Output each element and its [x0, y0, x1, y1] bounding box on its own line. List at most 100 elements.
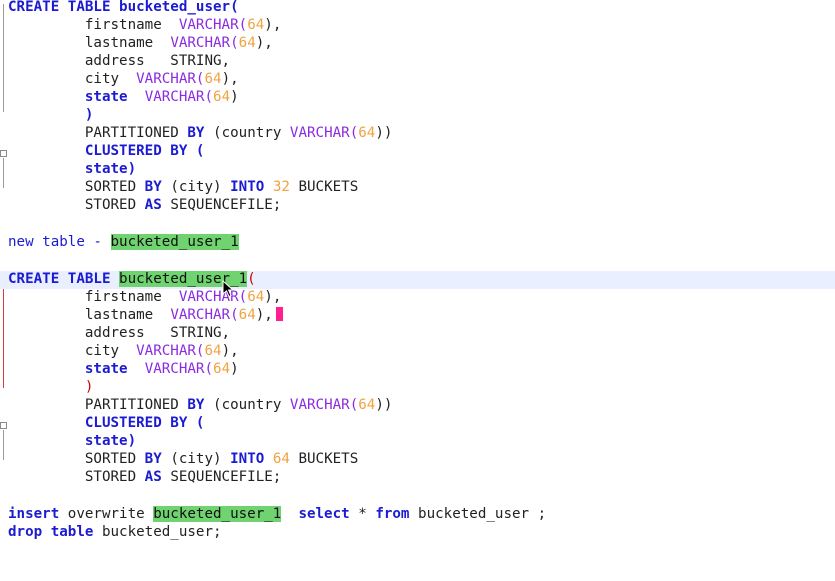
data-type: VARCHAR( — [289, 397, 359, 413]
code-line[interactable]: PARTITIONED BY (country VARCHAR(64)) — [8, 396, 393, 414]
fold-toggle-icon[interactable] — [0, 150, 7, 157]
keyword: AS — [144, 469, 162, 485]
number: 64 — [272, 451, 290, 467]
keyword: table — [50, 524, 94, 540]
keyword: overwrite — [59, 506, 154, 522]
punctuation: ), — [264, 17, 282, 33]
code-line[interactable]: state) — [8, 160, 136, 178]
data-type: VARCHAR( — [144, 361, 214, 377]
number: 64 — [213, 361, 231, 377]
column-name: state) — [84, 433, 137, 449]
punctuation: ) — [84, 107, 94, 123]
identifier: (city) — [170, 179, 222, 195]
keyword: CREATE TABLE bucketed_user( — [8, 0, 239, 15]
keyword: BY — [187, 397, 205, 413]
punctuation: ), — [255, 35, 273, 51]
keyword: BY — [144, 179, 162, 195]
data-type: VARCHAR( — [170, 35, 239, 51]
code-line[interactable]: SORTED BY (city) INTO 64 BUCKETS — [8, 450, 358, 468]
column-name: city — [84, 343, 120, 359]
keyword: CREATE TABLE — [8, 271, 120, 287]
editor-gutter — [0, 0, 8, 581]
column-name: city — [84, 71, 120, 87]
operator: * — [349, 506, 376, 522]
data-type: STRING, — [170, 53, 231, 69]
identifier: (city) — [170, 451, 222, 467]
keyword: BY — [187, 125, 205, 141]
fold-range-line — [3, 284, 4, 388]
keyword: PARTITIONED — [84, 125, 179, 141]
keyword: BUCKETS — [298, 451, 359, 467]
text-cursor — [275, 307, 283, 321]
keyword: CLUSTERED BY ( — [84, 143, 205, 159]
mouse-pointer-icon — [222, 280, 235, 298]
code-line[interactable]: CLUSTERED BY ( — [8, 142, 205, 160]
number: 64 — [238, 307, 256, 323]
number: 64 — [358, 125, 376, 141]
column-name: firstname — [84, 17, 162, 33]
data-type: VARCHAR( — [136, 343, 205, 359]
code-line[interactable]: firstname VARCHAR(64), — [8, 288, 282, 306]
column-name: lastname — [84, 35, 154, 51]
punctuation: ), — [221, 343, 239, 359]
keyword: AS — [144, 197, 162, 213]
code-line[interactable]: STORED AS SEQUENCEFILE; — [8, 196, 281, 214]
code-line[interactable]: address STRING, — [8, 52, 230, 70]
keyword: drop — [8, 524, 43, 540]
identifier: SEQUENCEFILE; — [170, 197, 282, 213]
code-line[interactable]: PARTITIONED BY (country VARCHAR(64)) — [8, 124, 393, 142]
code-line[interactable]: SORTED BY (city) INTO 32 BUCKETS — [8, 178, 358, 196]
data-type: VARCHAR( — [178, 289, 248, 305]
punctuation: )) — [375, 397, 393, 413]
identifier: bucketed_user ; — [409, 506, 547, 522]
code-line[interactable]: state VARCHAR(64) — [8, 360, 239, 378]
keyword: SORTED — [84, 179, 137, 195]
column-name: state — [84, 89, 128, 105]
code-line[interactable]: city VARCHAR(64), — [8, 342, 239, 360]
keyword: insert — [8, 506, 60, 522]
keyword: SORTED — [84, 451, 137, 467]
punctuation: ) — [230, 361, 239, 377]
number: 64 — [247, 289, 265, 305]
code-line[interactable]: insert overwrite bucketed_user_1 select … — [8, 505, 546, 523]
code-line[interactable]: lastname VARCHAR(64), — [8, 34, 273, 52]
fold-toggle-icon[interactable] — [0, 422, 7, 429]
code-line[interactable]: new table - bucketed_user_1 — [8, 233, 239, 251]
fold-range-line — [3, 158, 4, 188]
code-line[interactable]: city VARCHAR(64), — [8, 70, 239, 88]
search-highlight: bucketed_user_1 — [153, 506, 282, 522]
data-type: VARCHAR( — [170, 307, 239, 323]
code-line[interactable]: ) — [8, 378, 94, 396]
column-name: state) — [84, 161, 137, 177]
code-line[interactable]: firstname VARCHAR(64), — [8, 16, 282, 34]
punctuation: ( — [247, 271, 256, 287]
data-type: STRING, — [170, 325, 231, 341]
data-type: VARCHAR( — [289, 125, 359, 141]
code-editor[interactable]: CREATE TABLE bucketed_user( firstname VA… — [0, 0, 835, 581]
data-type: VARCHAR( — [144, 89, 214, 105]
column-name: state — [84, 361, 128, 377]
punctuation: ) — [84, 379, 94, 395]
keyword: BY — [144, 451, 162, 467]
code-line[interactable]: CREATE TABLE bucketed_user( — [8, 0, 239, 16]
number: 64 — [358, 397, 376, 413]
data-type: VARCHAR( — [178, 17, 248, 33]
keyword: INTO — [230, 451, 265, 467]
code-line[interactable]: address STRING, — [8, 324, 230, 342]
column-name: address — [84, 53, 145, 69]
code-line[interactable]: state VARCHAR(64) — [8, 88, 239, 106]
code-line[interactable]: lastname VARCHAR(64), — [8, 306, 283, 324]
punctuation: )) — [375, 125, 393, 141]
keyword: select — [298, 506, 350, 522]
identifier: bucketed_user; — [93, 524, 222, 540]
code-line[interactable]: CREATE TABLE bucketed_user_1( — [8, 270, 256, 288]
code-line[interactable]: STORED AS SEQUENCEFILE; — [8, 468, 281, 486]
code-line[interactable]: state) — [8, 432, 136, 450]
keyword: CLUSTERED BY ( — [84, 415, 205, 431]
code-line[interactable]: CLUSTERED BY ( — [8, 414, 205, 432]
code-line[interactable]: ) — [8, 106, 94, 124]
code-line[interactable]: drop table bucketed_user; — [8, 523, 222, 541]
keyword: STORED — [84, 469, 137, 485]
identifier: SEQUENCEFILE; — [170, 469, 282, 485]
comment-note: new table - — [8, 234, 111, 250]
